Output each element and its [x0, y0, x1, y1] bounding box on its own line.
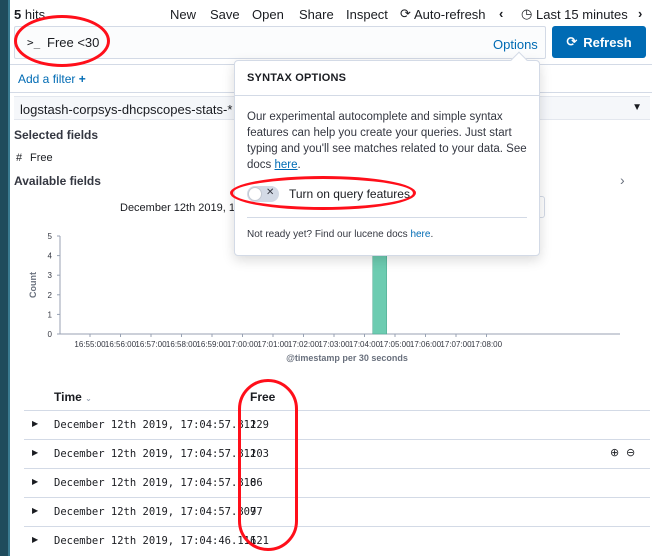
query-features-toggle[interactable]: ✕	[247, 186, 279, 202]
refresh-button-label: Refresh	[583, 34, 632, 50]
query-prompt-icon: >_	[27, 36, 41, 49]
refresh-button[interactable]: ⟳ Refresh	[552, 26, 646, 58]
row-free: 86	[250, 477, 263, 489]
row-time: December 12th 2019, 17:04:57.810	[54, 477, 257, 489]
x-tick-label: 17:06:00	[410, 340, 442, 349]
column-header-free[interactable]: Free	[250, 390, 275, 404]
caret-down-icon: ▼	[632, 102, 642, 113]
docs-link[interactable]: here	[275, 159, 298, 171]
y-tick-label: 3	[48, 271, 53, 280]
toggle-knob	[248, 187, 262, 201]
row-time: December 12th 2019, 17:04:46.116	[54, 535, 257, 547]
auto-refresh-button[interactable]: Auto-refresh	[414, 7, 486, 22]
index-pattern-name: logstash-corpsys-dhcpscopes-stats-*	[20, 102, 233, 117]
app-nav-edge	[8, 0, 10, 556]
x-tick-label: 17:07:00	[440, 340, 472, 349]
table-row[interactable]: ▶ December 12th 2019, 17:04:57.809 77	[24, 497, 650, 526]
row-time: December 12th 2019, 17:04:57.809	[54, 506, 257, 518]
popover-footer-end: .	[430, 229, 434, 240]
chevron-right-icon[interactable]: ›	[638, 6, 642, 21]
query-features-toggle-label[interactable]: Turn on query features	[289, 187, 410, 201]
y-tick-label: 4	[48, 252, 53, 261]
x-tick-label: 17:02:00	[288, 340, 320, 349]
table-row[interactable]: ▶ December 12th 2019, 17:04:57.811 229	[24, 410, 650, 439]
y-axis-label: Count	[28, 272, 38, 298]
chart-title: December 12th 2019, 16	[120, 202, 242, 214]
x-tick-label: 17:03:00	[318, 340, 350, 349]
row-free: 77	[250, 506, 263, 518]
y-tick-label: 5	[48, 232, 53, 241]
table-row[interactable]: ▶ December 12th 2019, 17:04:46.116 121	[24, 526, 650, 555]
row-free: 229	[250, 419, 269, 431]
expand-row-icon[interactable]: ▶	[32, 535, 38, 544]
clock-icon: ◷	[521, 6, 533, 21]
x-tick-label: 16:58:00	[166, 340, 198, 349]
row-time: December 12th 2019, 17:04:57.811	[54, 419, 257, 431]
available-fields-title: Available fields	[14, 174, 101, 188]
menu-new[interactable]: New	[170, 7, 196, 22]
x-tick-label: 16:55:00	[74, 340, 106, 349]
add-filter-link[interactable]: Add a filter +	[18, 72, 86, 86]
popover-title: SYNTAX OPTIONS	[247, 72, 347, 84]
field-type-number-icon: #	[16, 152, 23, 164]
row-free: 203	[250, 448, 269, 460]
lucene-docs-link[interactable]: here	[410, 229, 430, 240]
x-tick-label: 16:59:00	[196, 340, 228, 349]
syntax-options-popover: SYNTAX OPTIONS Our experimental autocomp…	[234, 51, 540, 256]
popover-description: Our experimental autocomplete and simple…	[247, 109, 527, 173]
hits-label: hits	[24, 7, 46, 22]
chevron-right-icon[interactable]: ›	[620, 172, 625, 188]
table-row[interactable]: ▶ December 12th 2019, 17:04:57.810 86	[24, 468, 650, 497]
expand-row-icon[interactable]: ▶	[32, 448, 38, 457]
x-tick-label: 17:01:00	[257, 340, 289, 349]
selected-field-free[interactable]: Free	[30, 152, 53, 164]
refresh-cycle-icon[interactable]: ⟳	[400, 6, 411, 22]
x-axis-label: @timestamp per 30 seconds	[286, 353, 408, 363]
y-tick-label: 0	[48, 330, 53, 339]
query-text[interactable]: Free <30	[47, 35, 99, 50]
expand-row-icon[interactable]: ▶	[32, 477, 38, 486]
x-tick-label: 16:56:00	[105, 340, 137, 349]
menu-save[interactable]: Save	[210, 7, 240, 22]
x-tick-label: 17:00:00	[227, 340, 259, 349]
hits-number: 5	[14, 7, 22, 22]
query-input-box[interactable]: >_ Free <30 Options	[14, 26, 546, 59]
popover-divider	[235, 95, 539, 96]
menu-inspect[interactable]: Inspect	[346, 7, 388, 22]
x-tick-label: 16:57:00	[135, 340, 167, 349]
expand-row-icon[interactable]: ▶	[32, 506, 38, 515]
hits-count: 5 hits	[14, 7, 45, 22]
refresh-icon: ⟳	[566, 34, 578, 49]
menu-open[interactable]: Open	[252, 7, 284, 22]
x-tick-label: 17:05:00	[379, 340, 411, 349]
x-tick-label: 17:04:00	[349, 340, 381, 349]
menu-share[interactable]: Share	[299, 7, 334, 22]
popover-footer-text: Not ready yet? Find our lucene docs	[247, 229, 411, 240]
close-icon: ✕	[266, 187, 275, 198]
y-tick-label: 1	[48, 310, 53, 319]
y-tick-label: 2	[48, 291, 53, 300]
popover-footer-divider	[247, 217, 527, 218]
column-header-time-label: Time	[54, 390, 82, 404]
chevron-left-icon[interactable]: ‹	[499, 6, 503, 21]
popover-footer: Not ready yet? Find our lucene docs here…	[247, 229, 433, 240]
zoom-out-icon[interactable]: ⊖	[626, 446, 635, 459]
table-row[interactable]: ▶ December 12th 2019, 17:04:57.811 203	[24, 439, 650, 468]
selected-fields-title: Selected fields	[14, 128, 99, 142]
popover-description-end: .	[297, 159, 301, 171]
expand-row-icon[interactable]: ▶	[32, 419, 38, 428]
time-range-button[interactable]: Last 15 minutes	[536, 7, 628, 22]
query-options-link[interactable]: Options	[493, 37, 538, 52]
sort-icon[interactable]: ⌄	[85, 394, 92, 403]
app-nav-bar	[0, 0, 8, 556]
row-time: December 12th 2019, 17:04:57.811	[54, 448, 257, 460]
column-header-time[interactable]: Time ⌄	[54, 390, 92, 404]
row-free: 121	[250, 535, 269, 547]
add-filter-label: Add a filter	[18, 72, 76, 86]
top-menu-bar: 5 hits New Save Open Share Inspect ⟳ Aut…	[10, 0, 652, 28]
x-tick-label: 17:08:00	[471, 340, 503, 349]
plus-icon: +	[78, 72, 86, 86]
zoom-in-icon[interactable]: ⊕	[610, 446, 619, 459]
